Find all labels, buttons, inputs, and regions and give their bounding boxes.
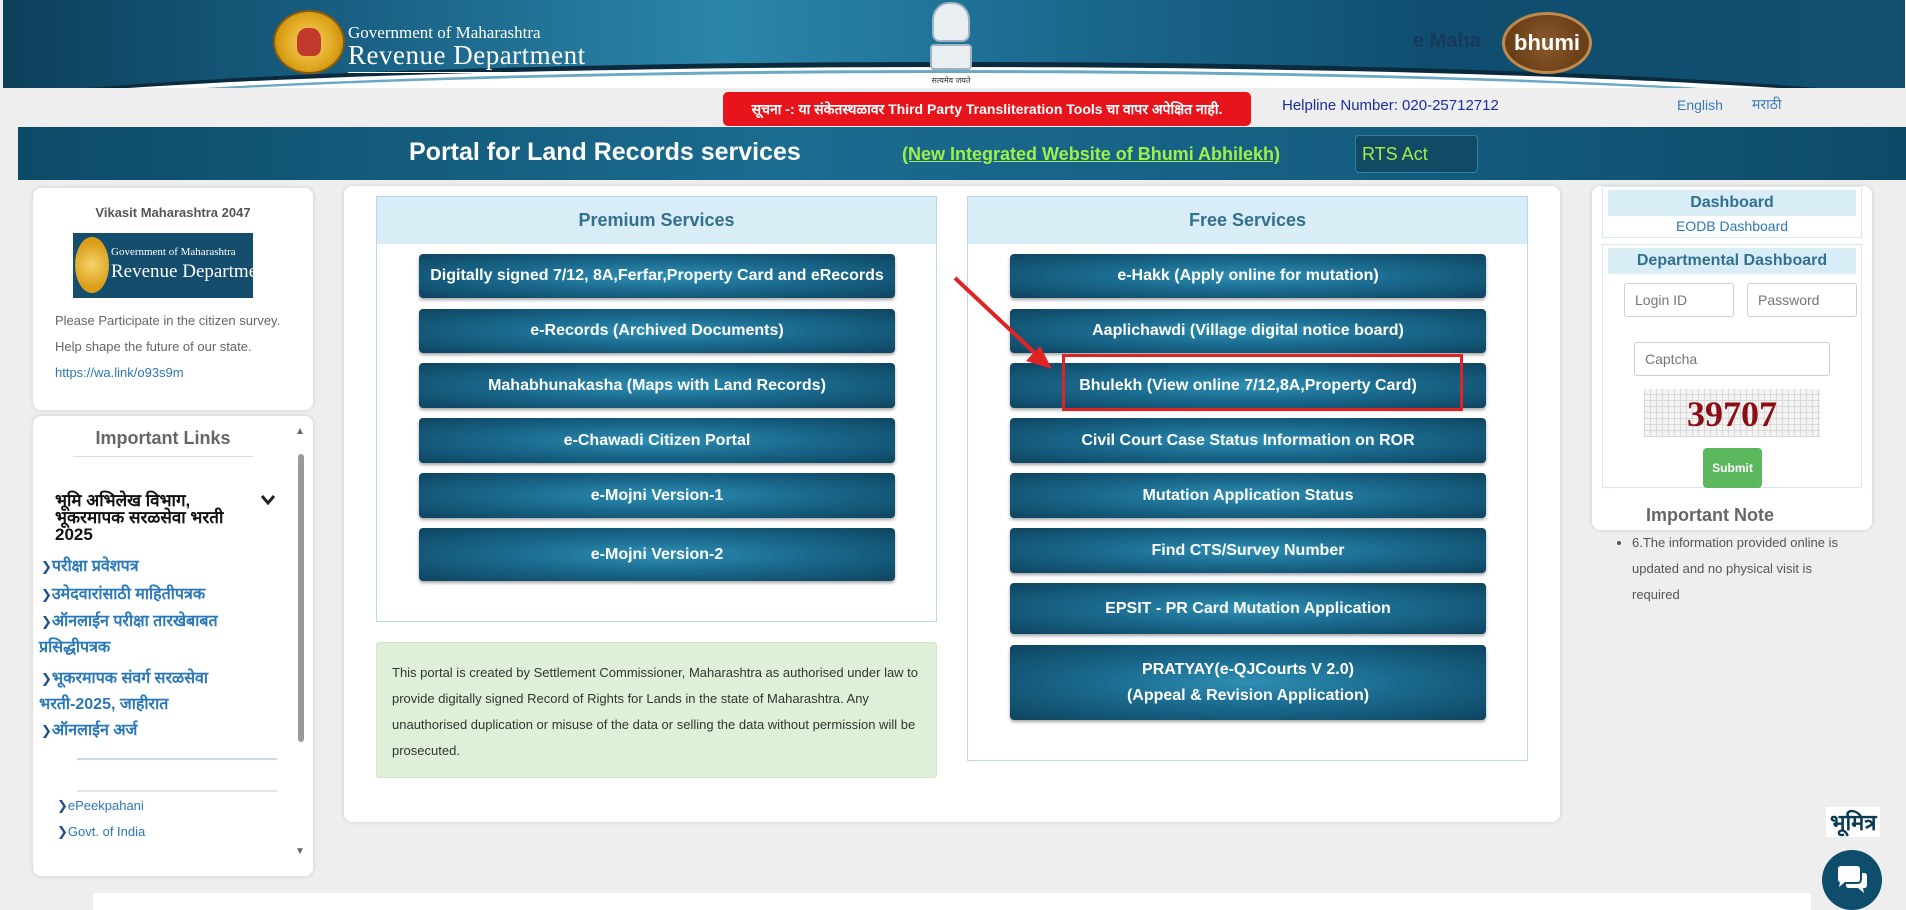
link-exam-date[interactable]: ❯ऑनलाईन परीक्षा तारखेबाबत (41, 609, 218, 634)
dashboard-title: Dashboard (1608, 190, 1856, 216)
link-label: परीक्षा प्रवेशपत्र (51, 558, 139, 575)
pratyay-line2: (Appeal & Revision Application) (1126, 686, 1370, 704)
revenue-dept-logo[interactable]: Government of Maharashtra Revenue Depart… (73, 233, 272, 298)
mini-logo-small: Government of Maharashtra (111, 246, 236, 258)
national-emblem-icon: सत्यमेव जयते (922, 2, 980, 86)
links-divider (77, 790, 277, 792)
mini-logo-large: Revenue Department (111, 261, 272, 282)
eodb-dashboard-link[interactable]: EODB Dashboard (1592, 218, 1872, 234)
bhumitra-label[interactable]: भूमित्र (1826, 807, 1881, 837)
captcha-value: 39707 (1687, 394, 1777, 434)
language-marathi-link[interactable]: मराठी (1752, 95, 1781, 114)
footer-strip (93, 893, 1811, 910)
important-note-list: 6.The information provided online is upd… (1632, 530, 1852, 608)
mahabhumi-logo-badge: bhumi (1502, 12, 1592, 74)
e-hakk-button[interactable]: e-Hakk (Apply online for mutation) (1010, 254, 1486, 298)
note-item: 6.The information provided online is upd… (1632, 530, 1852, 608)
chevron-right-icon: ❯ (57, 824, 68, 839)
survey-link[interactable]: https://wa.link/o93s9m (55, 365, 184, 380)
survey-message: Please Participate in the citizen survey… (55, 313, 281, 354)
chevron-right-icon: ❯ (41, 614, 52, 629)
important-links-title: Important Links (95, 428, 231, 448)
recruitment-accordion-header[interactable]: भूमि अभिलेख विभाग, भूकरमापक सरळसेवा भरती… (55, 492, 255, 543)
vikasit-title: Vikasit Maharashtra 2047 (95, 205, 251, 220)
vikasit-maharashtra-card: Vikasit Maharashtra 2047 Government of M… (33, 188, 313, 410)
dept-name-large: Revenue Department (348, 40, 586, 70)
chevron-right-icon: ❯ (57, 798, 68, 813)
departmental-dashboard-title: Departmental Dashboard (1608, 248, 1856, 274)
links-divider (73, 456, 253, 457)
link-candidate-brochure[interactable]: ❯उमेदवारांसाठी माहितीपत्रक (41, 582, 205, 607)
link-admit-card[interactable]: ❯परीक्षा प्रवेशपत्र (41, 554, 139, 579)
mahabhunakasha-button[interactable]: Mahabhunakasha (Maps with Land Records) (419, 363, 895, 408)
e-mojni-v1-button[interactable]: e-Mojni Version-1 (419, 473, 895, 518)
emblem-lions-icon (932, 2, 970, 42)
digitally-signed-records-button[interactable]: Digitally signed 7/12, 8A,Ferfar,Propert… (419, 254, 895, 298)
link-label: ePeekpahani (67, 798, 144, 813)
link-advertisement[interactable]: भरती-2025, जाहीरात (39, 692, 168, 717)
important-note-title: Important Note (1646, 505, 1774, 525)
login-id-input[interactable] (1624, 283, 1734, 317)
link-label: Govt. of India (67, 824, 146, 839)
link-epeekpahani[interactable]: ❯ePeekpahani (57, 798, 144, 814)
survey-text: Please Participate in the citizen survey… (55, 308, 295, 386)
civil-court-status-button[interactable]: Civil Court Case Status Information on R… (1010, 418, 1486, 463)
dept-underline (348, 72, 622, 73)
link-surveyor-recruitment[interactable]: ❯भूकरमापक संवर्ग सरळसेवा (41, 666, 208, 691)
portal-title: Portal for Land Records services (409, 138, 801, 166)
chevron-right-icon: ❯ (41, 671, 52, 686)
link-govt-of-india[interactable]: ❯Govt. of India (57, 824, 145, 840)
new-website-link[interactable]: (New Integrated Website of Bhumi Abhilek… (902, 144, 1280, 165)
link-press-release[interactable]: प्रसिद्धीपत्रक (39, 635, 110, 660)
pratyay-button[interactable]: PRATYAY(e-QJCourts V 2.0) (Appeal & Revi… (1010, 645, 1486, 720)
premium-services-title: Premium Services (377, 197, 936, 244)
e-mojni-v2-button[interactable]: e-Mojni Version-2 (419, 528, 895, 581)
e-chawadi-button[interactable]: e-Chawadi Citizen Portal (419, 418, 895, 463)
submit-button[interactable]: Submit (1703, 448, 1762, 488)
link-label: भरती-2025, जाहीरात (39, 696, 169, 713)
links-divider (77, 758, 277, 760)
chevron-right-icon: ❯ (41, 559, 52, 574)
free-services-title: Free Services (968, 197, 1527, 244)
captcha-input[interactable] (1634, 342, 1830, 376)
language-english-link[interactable]: English (1677, 97, 1723, 113)
pratyay-line1: PRATYAY(e-QJCourts V 2.0) (1142, 660, 1354, 678)
captcha-image: 39707 (1644, 389, 1820, 437)
chat-button[interactable] (1822, 850, 1882, 910)
e-records-button[interactable]: e-Records (Archived Documents) (419, 309, 895, 353)
links-scrollbar[interactable]: ▲ ▼ (295, 426, 307, 866)
chat-icon (1838, 866, 1867, 893)
bhulekh-highlight-box (1062, 354, 1463, 411)
link-label: ऑनलाईन परीक्षा तारखेबाबत (51, 613, 218, 630)
link-label: भूकरमापक संवर्ग सरळसेवा (51, 670, 209, 687)
password-input[interactable] (1747, 283, 1857, 317)
epsit-mutation-button[interactable]: EPSIT - PR Card Mutation Application (1010, 583, 1486, 634)
chevron-right-icon: ❯ (41, 723, 52, 738)
helpline-number: Helpline Number: 020-25712712 (1282, 97, 1499, 114)
chevron-down-icon[interactable] (260, 492, 276, 508)
link-label: उमेदवारांसाठी माहितीपत्रक (51, 586, 206, 603)
mutation-status-button[interactable]: Mutation Application Status (1010, 473, 1486, 518)
dashboard-card: Dashboard EODB Dashboard Departmental Da… (1592, 186, 1872, 530)
important-links-card: Important Links ▲ ▼ भूमि अभिलेख विभाग, भ… (33, 416, 313, 876)
link-label: प्रसिद्धीपत्रक (39, 639, 111, 656)
emblem-caption: सत्यमेव जयते (931, 76, 971, 85)
link-online-application[interactable]: ❯ऑनलाईन अर्ज (41, 718, 137, 743)
link-label: ऑनलाईन अर्ज (51, 722, 138, 739)
mini-emblem-icon (75, 237, 109, 293)
find-cts-survey-button[interactable]: Find CTS/Survey Number (1010, 528, 1486, 573)
mahabhumi-logo-prefix: e Maha (1413, 30, 1481, 52)
scroll-down-icon[interactable]: ▼ (295, 846, 305, 857)
aaplichawdi-button[interactable]: Aaplichawdi (Village digital notice boar… (1010, 309, 1486, 353)
scroll-thumb[interactable] (298, 454, 304, 742)
maharashtra-emblem-icon (273, 10, 345, 74)
rts-act-link[interactable]: RTS Act (1355, 135, 1478, 173)
portal-disclaimer: This portal is created by Settlement Com… (376, 642, 937, 778)
chevron-right-icon: ❯ (41, 587, 52, 602)
scroll-up-icon[interactable]: ▲ (295, 426, 305, 437)
transliteration-notice: सूचना -: या संकेतस्थळावर Third Party Tra… (723, 92, 1251, 126)
emblem-base-icon (930, 44, 972, 70)
